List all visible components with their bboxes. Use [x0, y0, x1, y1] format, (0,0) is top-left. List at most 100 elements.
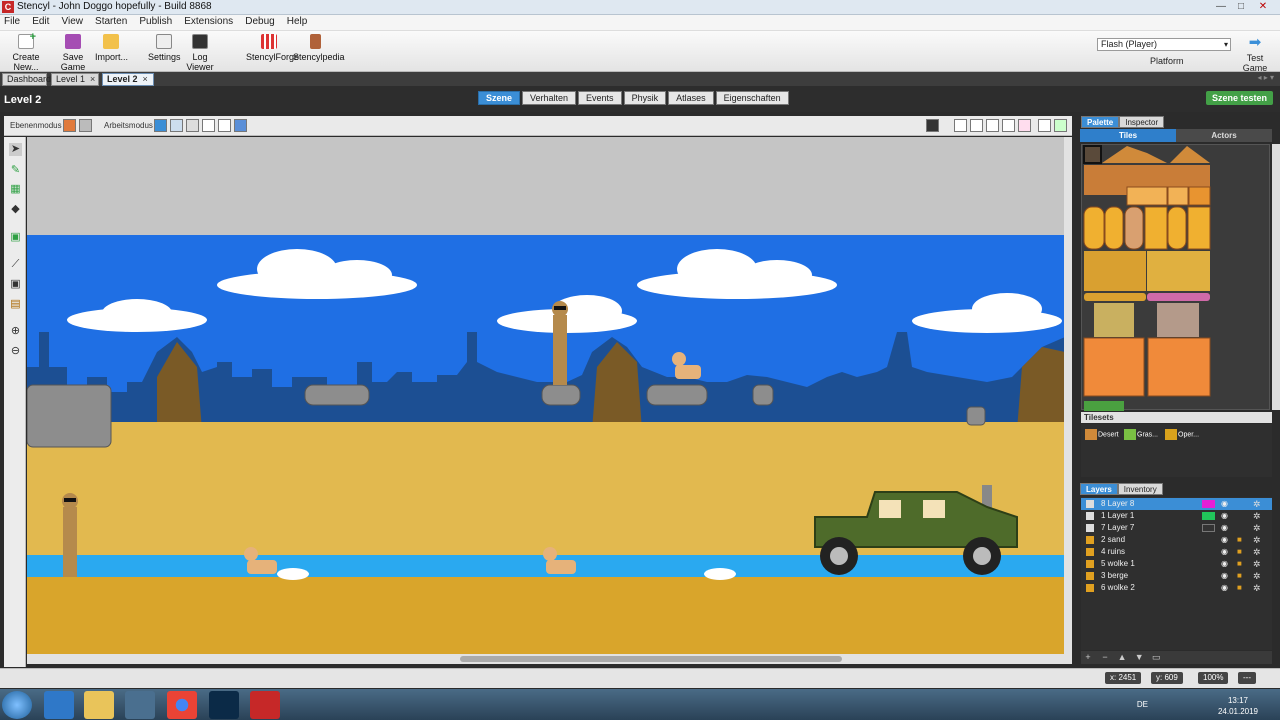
log-viewer-button[interactable]: Log Viewer	[181, 34, 219, 72]
eye-icon[interactable]: ◉	[1221, 534, 1228, 546]
add-layer-button[interactable]: +	[1081, 652, 1095, 662]
layer-mode-color-button[interactable]	[63, 119, 76, 132]
menu-debug[interactable]: Debug	[241, 15, 278, 28]
tab-atlases[interactable]: Atlases	[668, 91, 714, 105]
tab-events[interactable]: Events	[578, 91, 622, 105]
gear-icon[interactable]: ✲	[1253, 570, 1261, 582]
gear-icon[interactable]: ✲	[1253, 546, 1261, 558]
screenshot-button[interactable]	[1054, 119, 1067, 132]
scrollbar-thumb[interactable]	[460, 656, 842, 662]
remove-layer-button[interactable]: −	[1098, 652, 1112, 662]
menu-help[interactable]: Help	[283, 15, 312, 28]
tab-verhalten[interactable]: Verhalten	[522, 91, 577, 105]
canvas-horizontal-scrollbar[interactable]	[27, 654, 1065, 664]
tileset-desert[interactable]: Desert	[1085, 429, 1119, 440]
move-layer-down-button[interactable]: ▼	[1132, 652, 1146, 662]
tab-inventory[interactable]: Inventory	[1117, 483, 1163, 495]
magnet-icon[interactable]	[1018, 119, 1031, 132]
close-button[interactable]: ✕	[1254, 0, 1272, 14]
layer-row[interactable]: 3 berge ◉ ■ ✲	[1081, 570, 1272, 582]
layer-row[interactable]: 8 Layer 8 ◉ ✲	[1081, 498, 1272, 510]
gear-icon[interactable]: ✲	[1253, 582, 1261, 594]
tab-inspector[interactable]: Inspector	[1119, 116, 1165, 128]
menu-publish[interactable]: Publish	[135, 15, 176, 28]
eye-icon[interactable]: ◉	[1221, 498, 1228, 510]
minimize-button[interactable]: —	[1212, 0, 1230, 14]
stencylforge-button[interactable]: StencylForge	[246, 34, 299, 68]
work-mode-terrain-button[interactable]	[234, 119, 247, 132]
region-button[interactable]	[1002, 119, 1015, 132]
eye-icon[interactable]: ◉	[1221, 510, 1228, 522]
eye-icon[interactable]: ◉	[1221, 546, 1228, 558]
view-toggle-button[interactable]	[926, 119, 939, 132]
tab-physik[interactable]: Physik	[623, 91, 667, 105]
eye-icon[interactable]: ◉	[1221, 558, 1228, 570]
layer-tool-icon[interactable]: ▣	[9, 231, 22, 244]
maximize-button[interactable]: □	[1232, 0, 1250, 14]
picture-tool-icon[interactable]: ▤	[9, 298, 22, 311]
image-tool-icon[interactable]: ▣	[9, 278, 22, 291]
tileset-oper[interactable]: Oper...	[1165, 429, 1199, 440]
grid-tool-icon[interactable]: ▦	[9, 183, 22, 196]
tiles-scrollbar[interactable]	[1272, 144, 1280, 410]
tab-dashboard[interactable]: Dashboard	[2, 73, 51, 86]
lock-icon[interactable]: ■	[1237, 570, 1242, 582]
work-mode-actor-button[interactable]	[186, 119, 199, 132]
eye-icon[interactable]: ◉	[1221, 522, 1228, 534]
tab-szene[interactable]: Szene	[478, 91, 521, 105]
tab-layers[interactable]: Layers	[1080, 483, 1118, 495]
grid-toggle-button[interactable]	[954, 119, 967, 132]
media-player-icon[interactable]	[125, 691, 155, 719]
tile-palette[interactable]	[1081, 144, 1270, 411]
stencyl-taskbar-icon[interactable]	[250, 691, 280, 719]
work-mode-select-button[interactable]	[154, 119, 167, 132]
layer-options-button[interactable]: ▭	[1149, 652, 1163, 663]
platform-select[interactable]: Flash (Player) ▾	[1097, 38, 1231, 51]
save-game-button[interactable]: Save Game	[53, 34, 93, 72]
work-mode-region-button[interactable]	[218, 119, 231, 132]
lock-icon[interactable]: ■	[1237, 534, 1242, 546]
zoom-out-icon[interactable]: ⊖	[9, 345, 22, 358]
gear-icon[interactable]: ✲	[1253, 522, 1261, 534]
lock-icon[interactable]: ■	[1237, 582, 1242, 594]
tab-actors[interactable]: Actors	[1176, 129, 1272, 142]
tab-palette[interactable]: Palette	[1081, 116, 1120, 128]
play-icon[interactable]	[1038, 119, 1051, 132]
test-game-button[interactable]: ➡ Test Game	[1236, 35, 1274, 73]
tileset-grass[interactable]: Gras...	[1124, 429, 1158, 440]
tab-eigenschaften[interactable]: Eigenschaften	[715, 91, 789, 105]
settings-button[interactable]: Settings	[148, 34, 181, 68]
menu-file[interactable]: File	[0, 15, 24, 28]
gear-icon[interactable]: ✲	[1253, 558, 1261, 570]
camera-button[interactable]	[986, 119, 999, 132]
stencylpedia-button[interactable]: Stencylpedia	[293, 34, 345, 68]
layer-row[interactable]: 5 wolke 1 ◉ ■ ✲	[1081, 558, 1272, 570]
layer-row[interactable]: 2 sand ◉ ■ ✲	[1081, 534, 1272, 546]
photoshop-icon[interactable]	[209, 691, 239, 719]
tab-close-icon[interactable]: ×	[90, 74, 95, 84]
line-tool-icon[interactable]: ⟋	[9, 258, 22, 271]
tab-tiles[interactable]: Tiles	[1080, 129, 1176, 142]
tab-level-2[interactable]: Level 2 ×	[102, 73, 154, 86]
layer-row[interactable]: 1 Layer 1 ◉ ✲	[1081, 510, 1272, 522]
menu-extensions[interactable]: Extensions	[180, 15, 237, 28]
zoom-in-icon[interactable]: ⊕	[9, 325, 22, 338]
create-new-button[interactable]: + Create New...	[3, 31, 49, 72]
chrome-icon[interactable]	[167, 691, 197, 719]
layer-row[interactable]: 7 Layer 7 ◉ ✲	[1081, 522, 1272, 534]
grid-size-button[interactable]	[970, 119, 983, 132]
scene-canvas[interactable]	[27, 137, 1065, 654]
layer-mode-gray-button[interactable]	[79, 119, 92, 132]
work-mode-tiles-button[interactable]	[170, 119, 183, 132]
bucket-tool-icon[interactable]: ◆	[9, 203, 22, 216]
gear-icon[interactable]: ✲	[1253, 498, 1261, 510]
ie-icon[interactable]	[44, 691, 74, 719]
start-button-icon[interactable]	[2, 691, 32, 719]
pointer-tool-icon[interactable]: ➤	[9, 143, 22, 156]
explorer-icon[interactable]	[84, 691, 114, 719]
eye-icon[interactable]: ◉	[1221, 570, 1228, 582]
canvas-vertical-scrollbar[interactable]	[1064, 137, 1072, 664]
menu-view[interactable]: View	[57, 15, 87, 28]
import-button[interactable]: Import...	[95, 34, 128, 68]
layer-row[interactable]: 4 ruins ◉ ■ ✲	[1081, 546, 1272, 558]
